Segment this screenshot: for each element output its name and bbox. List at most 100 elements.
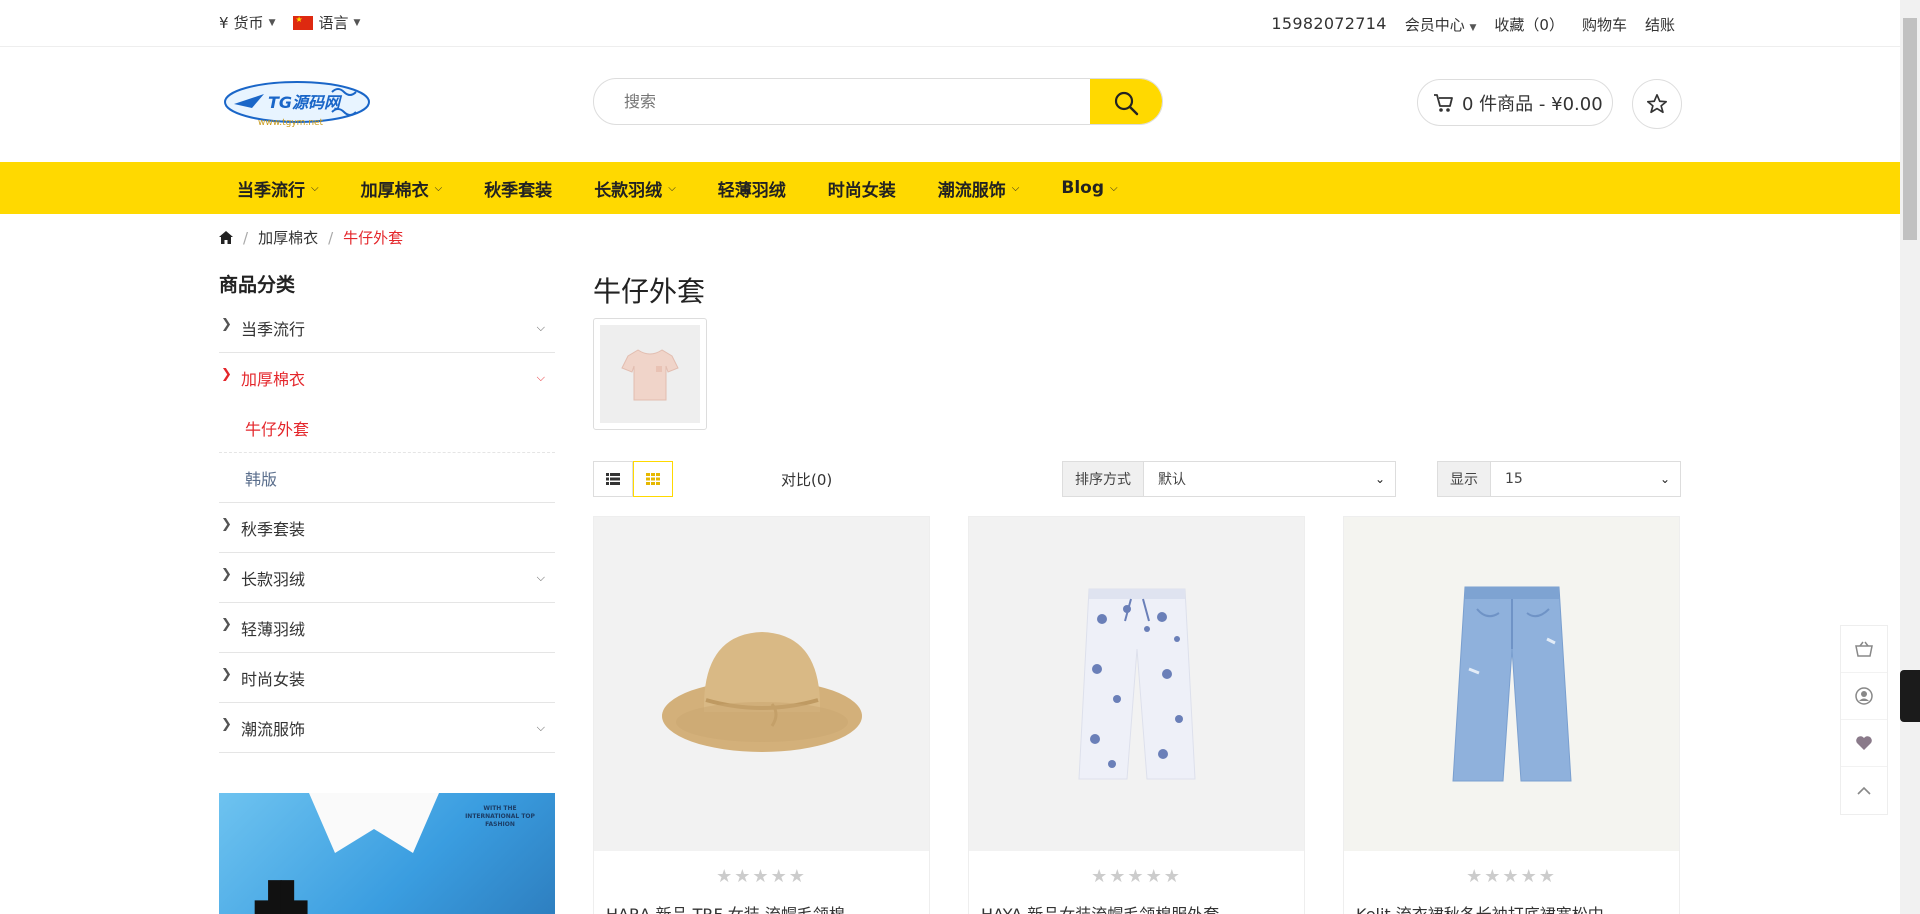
chevron-down-icon[interactable]: ⌵ <box>537 721 545 735</box>
thumbnail-image <box>600 325 700 423</box>
chevron-down-icon: ⌵ <box>1011 182 1020 194</box>
sidebar-item-label: 当季流行 <box>241 319 306 339</box>
wishlist-button[interactable] <box>1632 79 1682 129</box>
rating-stars: ★★★★★ <box>716 866 807 887</box>
phone-number[interactable]: 15982072714 <box>1271 14 1386 35</box>
chevron-down-icon[interactable]: ⌵ <box>537 371 545 385</box>
nav-item[interactable]: 当季流行 ⌵ <box>237 162 319 214</box>
float-wishlist-button[interactable] <box>1841 720 1887 767</box>
brush-stroke-graphic: ▟▙ <box>255 881 308 914</box>
caret-down-icon: ▼ <box>353 17 361 28</box>
sidebar-item-label: 长款羽绒 <box>241 569 306 589</box>
product-image[interactable] <box>1344 517 1679 851</box>
sidebar-item-category[interactable]: ❯ 长款羽绒 ⌵ <box>219 553 555 603</box>
product-image[interactable] <box>594 517 929 851</box>
product-card[interactable]: ★★★★★ Kelit 流衣裙秋冬长袖打底裙宽松中 <box>1343 516 1680 914</box>
sidebar-item-category[interactable]: ❯ 当季流行 ⌵ <box>219 303 555 353</box>
member-center-label: 会员中心 <box>1404 16 1465 34</box>
logo-image: TG源码网 www.tgym.net <box>224 81 370 128</box>
floral-pants-image <box>1077 588 1196 780</box>
checkout-link[interactable]: 结账 <box>1645 14 1675 35</box>
sidebar-item-category[interactable]: ❯ 潮流服饰 ⌵ <box>219 703 555 753</box>
sidebar-item-category[interactable]: ❯ 轻薄羽绒 <box>219 603 555 653</box>
chevron-right-icon: ❯ <box>221 567 232 582</box>
category-sidebar: 商品分类 ❯ 当季流行 ⌵ ❯ 加厚棉衣 ⌵ 牛仔外套 韩版 ❯ 秋季套装 ❯ … <box>219 270 555 753</box>
sidebar-item-category[interactable]: ❯ 时尚女装 <box>219 653 555 703</box>
compare-link[interactable]: 对比(0) <box>781 469 832 490</box>
currency-dropdown[interactable]: ¥ 货币 ▼ <box>219 12 275 33</box>
list-icon <box>606 473 620 485</box>
sort-select[interactable]: 默认 ⌄ <box>1144 461 1396 497</box>
logo-subtext: www.tgym.net <box>258 118 324 128</box>
side-widget-tab[interactable] <box>1900 670 1920 722</box>
sidebar-banner[interactable]: WITH THE INTERNATIONAL TOP FASHION ▟▙ <box>219 793 555 914</box>
sidebar-subitem[interactable]: 韩版 <box>219 453 555 503</box>
sidebar-item-category-open[interactable]: ❯ 加厚棉衣 ⌵ <box>219 353 555 403</box>
breadcrumb-level1[interactable]: 加厚棉衣 <box>258 227 318 248</box>
list-view-button[interactable] <box>593 461 633 497</box>
sort-group: 排序方式 默认 ⌄ <box>1062 461 1396 497</box>
product-card[interactable]: ★★★★★ HARA 新品 TRF 女装 流帽毛领棉 <box>593 516 930 914</box>
page-scrollbar[interactable] <box>1900 0 1920 914</box>
product-image[interactable] <box>969 517 1304 851</box>
sidebar-subitem-active[interactable]: 牛仔外套 <box>219 403 555 453</box>
back-to-top-button[interactable] <box>1841 767 1887 814</box>
search-icon <box>1114 91 1139 115</box>
sort-label: 排序方式 <box>1062 461 1144 497</box>
float-account-button[interactable] <box>1841 673 1887 720</box>
scrollbar-thumb[interactable] <box>1903 18 1917 240</box>
member-center-dropdown[interactable]: 会员中心 ▼ <box>1405 14 1477 35</box>
nav-item[interactable]: 加厚棉衣 ⌵ <box>361 162 443 214</box>
straw-hat-image <box>661 632 862 752</box>
show-select[interactable]: 15 ⌄ <box>1491 461 1681 497</box>
currency-symbol: ¥ <box>219 13 229 32</box>
home-icon[interactable] <box>219 231 233 244</box>
nav-item[interactable]: 潮流服饰 ⌵ <box>938 162 1020 214</box>
search-input[interactable] <box>594 79 1094 124</box>
product-name[interactable]: HARA 新品 TRF 女装 流帽毛领棉 <box>606 901 917 914</box>
china-flag-icon <box>293 15 314 30</box>
language-dropdown[interactable]: 语言 ▼ <box>293 12 360 33</box>
product-card[interactable]: ★★★★★ HAYA 新品女装流帽毛领棉服外套 <box>968 516 1305 914</box>
product-name[interactable]: Kelit 流衣裙秋冬长袖打底裙宽松中 <box>1356 901 1667 914</box>
product-grid: ★★★★★ HARA 新品 TRF 女装 流帽毛领棉 ★★★★★ <box>593 516 1680 914</box>
nav-item-label: 潮流服饰 <box>937 180 1006 201</box>
nav-item[interactable]: 时尚女装 <box>828 162 896 214</box>
category-thumbnail[interactable] <box>593 318 707 430</box>
tshirt-image <box>621 349 679 401</box>
search-button[interactable] <box>1090 79 1162 124</box>
nav-item[interactable]: 轻薄羽绒 <box>718 162 786 214</box>
product-name[interactable]: HAYA 新品女装流帽毛领棉服外套 <box>981 901 1292 914</box>
cart-summary: 0 件商品 - ¥0.00 <box>1462 93 1603 115</box>
nav-item-label: 当季流行 <box>237 180 305 201</box>
chevron-down-icon: ⌄ <box>1374 472 1385 486</box>
grid-icon <box>646 473 660 485</box>
jeans-image <box>1451 586 1572 782</box>
chevron-right-icon: ❯ <box>221 617 232 632</box>
chevron-right-icon: ❯ <box>221 667 232 682</box>
nav-item-label: 时尚女装 <box>827 180 896 201</box>
shirt-collar-graphic <box>309 793 439 853</box>
nav-item[interactable]: 秋季套装 <box>484 162 552 214</box>
chevron-down-icon[interactable]: ⌵ <box>537 321 545 335</box>
chevron-right-icon: ❯ <box>221 717 232 732</box>
chevron-down-icon[interactable]: ⌵ <box>537 571 545 585</box>
nav-item-label: 轻薄羽绒 <box>717 180 786 201</box>
site-logo[interactable]: TG源码网 www.tgym.net <box>222 78 372 128</box>
nav-item-label: 长款羽绒 <box>594 180 663 201</box>
sidebar-item-category[interactable]: ❯ 秋季套装 <box>219 503 555 553</box>
sidebar-subitem-label: 牛仔外套 <box>245 419 310 439</box>
grid-view-button[interactable] <box>633 461 673 497</box>
mini-cart-button[interactable]: 0 件商品 - ¥0.00 <box>1417 79 1613 126</box>
nav-item[interactable]: Blog ⌵ <box>1061 162 1117 214</box>
cart-link[interactable]: 购物车 <box>1582 14 1627 35</box>
show-value: 15 <box>1505 471 1523 487</box>
nav-item[interactable]: 长款羽绒 ⌵ <box>594 162 676 214</box>
float-cart-button[interactable] <box>1841 626 1887 673</box>
breadcrumb-separator: / <box>243 228 249 247</box>
basket-icon <box>1855 641 1873 657</box>
nav-item-label: 加厚棉衣 <box>360 180 429 201</box>
product-toolbar: 对比(0) 排序方式 默认 ⌄ 显示 15 ⌄ <box>593 461 1683 497</box>
chevron-down-icon: ⌵ <box>311 182 319 194</box>
favorites-link[interactable]: 收藏（0） <box>1494 14 1564 35</box>
